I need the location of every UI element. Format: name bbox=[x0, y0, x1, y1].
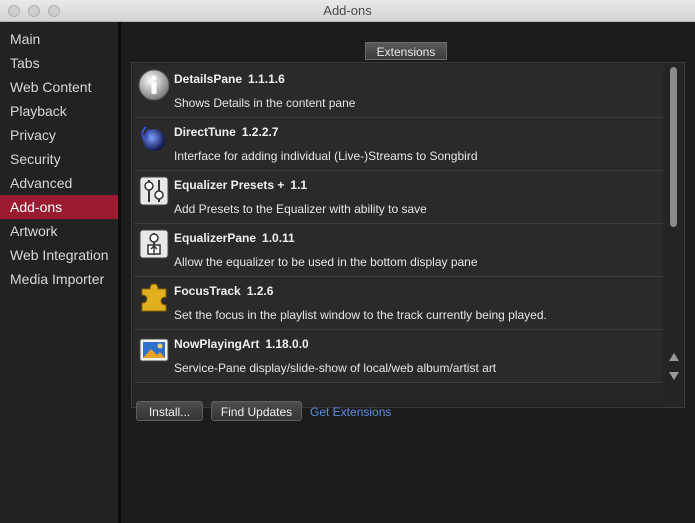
stream-icon bbox=[141, 126, 165, 151]
find-updates-button[interactable]: Find Updates bbox=[211, 401, 302, 421]
extension-description: Shows Details in the content pane bbox=[174, 96, 356, 110]
extension-version: 1.1.1.6 bbox=[248, 72, 285, 86]
sidebar-item-privacy[interactable]: Privacy bbox=[0, 123, 118, 147]
sidebar-item-playback[interactable]: Playback bbox=[0, 99, 118, 123]
extension-description: Set the focus in the playlist window to … bbox=[174, 308, 547, 322]
extension-name: Equalizer Presets + bbox=[174, 178, 285, 192]
equalizer-icon bbox=[139, 176, 169, 206]
extension-description: Service-Pane display/slide-show of local… bbox=[174, 361, 497, 375]
info-icon bbox=[138, 69, 170, 101]
scrollbar-thumb[interactable] bbox=[670, 67, 677, 227]
sidebar-item-media-importer[interactable]: Media Importer bbox=[0, 267, 118, 291]
sidebar-item-tabs[interactable]: Tabs bbox=[0, 51, 118, 75]
sidebar-item-web-integration[interactable]: Web Integration bbox=[0, 243, 118, 267]
extension-name: NowPlayingArt bbox=[174, 337, 260, 351]
extension-version: 1.2.2.7 bbox=[241, 125, 279, 139]
extension-name: DetailsPane bbox=[174, 72, 243, 86]
tab-extensions[interactable]: Extensions bbox=[365, 42, 447, 60]
list-item[interactable]: DetailsPane 1.1.1.6 Shows Details in the … bbox=[134, 65, 663, 118]
list-item[interactable]: Equalizer Presets + 1.1 Add Presets to th… bbox=[134, 171, 663, 224]
sidebar-item-artwork[interactable]: Artwork bbox=[0, 219, 118, 243]
extension-name: DirectTune bbox=[174, 125, 236, 139]
extension-description: Allow the equalizer to be used in the bo… bbox=[174, 255, 478, 269]
vertical-scrollbar[interactable] bbox=[665, 65, 684, 405]
extension-description: Add Presets to the Equalizer with abilit… bbox=[174, 202, 427, 216]
get-extensions-link[interactable]: Get Extensions bbox=[310, 405, 391, 419]
extension-version: 1.2.6 bbox=[246, 284, 274, 298]
window-title: Add-ons bbox=[323, 3, 372, 18]
list-item[interactable]: DirectTune 1.2.2.7 Interface for adding i… bbox=[134, 118, 663, 171]
install-button[interactable]: Install... bbox=[136, 401, 203, 421]
extension-description: Interface for adding individual (Live-)S… bbox=[174, 149, 478, 163]
sidebar-item-main[interactable]: Main bbox=[0, 27, 118, 51]
list-item[interactable]: NowPlayingArt 1.18.0.0 Service-Pane displ… bbox=[134, 330, 663, 383]
equalizer-pane-icon bbox=[139, 229, 169, 259]
main-pane: Extensions DetailsPane 1.1.1.6 Shows Deta… bbox=[121, 22, 695, 523]
sidebar-item-advanced[interactable]: Advanced bbox=[0, 171, 118, 195]
puzzle-icon bbox=[141, 283, 167, 312]
sidebar: Main Tabs Web Content Playback Privacy S… bbox=[0, 22, 118, 523]
extensions-list: DetailsPane 1.1.1.6 Shows Details in the … bbox=[134, 65, 663, 383]
extension-version: 1.0.11 bbox=[262, 231, 295, 245]
list-item[interactable]: EqualizerPane 1.0.11 Allow the equalizer … bbox=[134, 224, 663, 277]
scroll-up-arrow-icon[interactable] bbox=[669, 353, 679, 361]
extension-version: 1.1 bbox=[290, 178, 308, 192]
list-item[interactable]: FocusTrack 1.2.6 Set the focus in the pla… bbox=[134, 277, 663, 330]
extension-name: EqualizerPane bbox=[174, 231, 257, 245]
extensions-list-panel: DetailsPane 1.1.1.6 Shows Details in the … bbox=[131, 62, 685, 408]
sidebar-item-security[interactable]: Security bbox=[0, 147, 118, 171]
addons-window: Add-ons Main Tabs Web Content Playback P… bbox=[0, 0, 695, 523]
title-bar: Add-ons bbox=[0, 0, 695, 22]
picture-icon bbox=[139, 338, 169, 362]
sidebar-item-add-ons[interactable]: Add-ons bbox=[0, 195, 118, 219]
scroll-down-arrow-icon[interactable] bbox=[669, 372, 679, 380]
extension-name: FocusTrack bbox=[174, 284, 241, 298]
extension-version: 1.18.0.0 bbox=[265, 337, 309, 351]
sidebar-item-web-content[interactable]: Web Content bbox=[0, 75, 118, 99]
